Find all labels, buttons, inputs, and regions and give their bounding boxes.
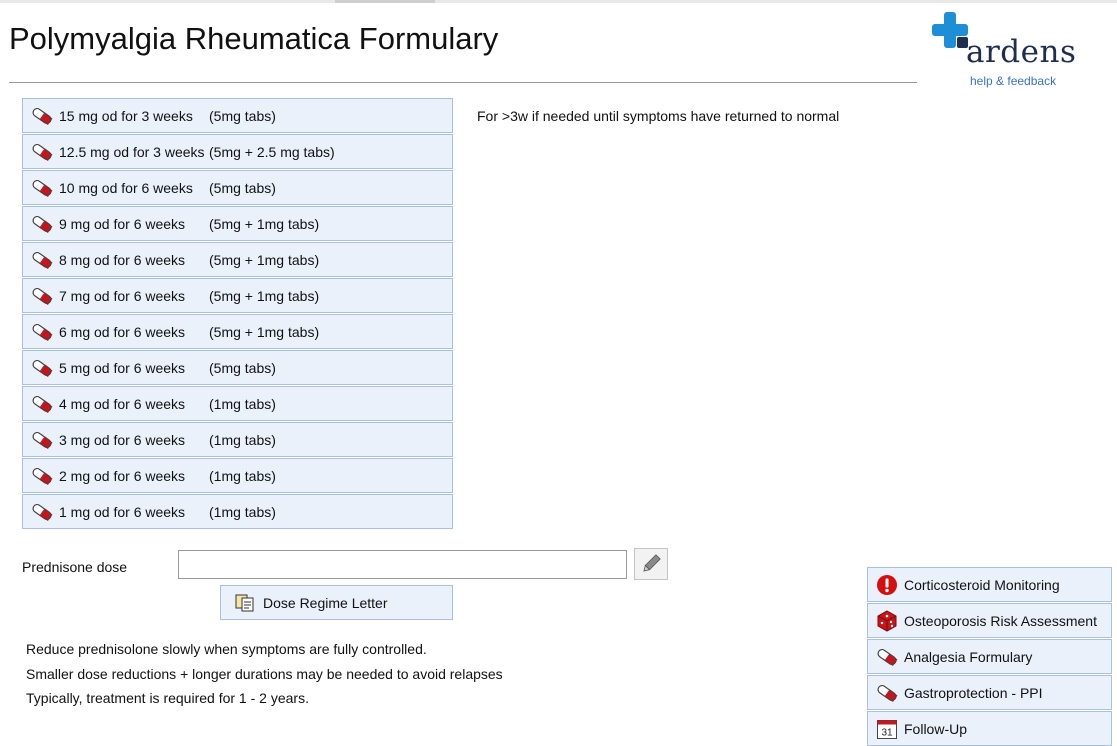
dose-button-5mg[interactable]: 5 mg od for 6 weeks (5mg tabs) bbox=[22, 350, 453, 385]
dose-regime-letter-label: Dose Regime Letter bbox=[263, 594, 388, 611]
pencil-icon bbox=[643, 554, 661, 572]
follow-up-button[interactable]: 31 Follow-Up bbox=[867, 711, 1112, 746]
help-feedback-link[interactable]: help & feedback bbox=[970, 74, 1056, 88]
dose-button-6mg[interactable]: 6 mg od for 6 weeks (5mg + 1mg tabs) bbox=[22, 314, 453, 349]
tab-strip bbox=[0, 0, 1117, 3]
dose-label: 12.5 mg od for 3 weeks bbox=[59, 143, 205, 160]
calendar-icon: 31 bbox=[877, 719, 897, 739]
analgesia-formulary-button[interactable]: Analgesia Formulary bbox=[867, 639, 1112, 674]
dose-label: 1 mg od for 6 weeks bbox=[59, 503, 186, 520]
dose-button-2mg[interactable]: 2 mg od for 6 weeks (1mg tabs) bbox=[22, 458, 453, 493]
dose-tablets: (1mg tabs) bbox=[209, 395, 276, 412]
dose-tablets: (5mg + 2.5 mg tabs) bbox=[209, 143, 335, 160]
pill-icon bbox=[32, 503, 53, 521]
dose-label: 4 mg od for 6 weeks bbox=[59, 395, 186, 412]
pill-icon bbox=[32, 107, 53, 125]
side-link-label: Follow-Up bbox=[904, 720, 968, 737]
dose-tablets: (1mg tabs) bbox=[209, 467, 276, 484]
dose-regime-letter-button[interactable]: Dose Regime Letter bbox=[220, 585, 453, 620]
guidance-line: Smaller dose reductions + longer duratio… bbox=[26, 665, 503, 682]
dose-label: 6 mg od for 6 weeks bbox=[59, 323, 186, 340]
dose-tablets: (1mg tabs) bbox=[209, 431, 276, 448]
gastroprotection-ppi-button[interactable]: Gastroprotection - PPI bbox=[867, 675, 1112, 710]
guidance-line: Typically, treatment is required for 1 -… bbox=[26, 690, 309, 706]
dose-label: 9 mg od for 6 weeks bbox=[59, 215, 186, 232]
page-title: Polymyalgia Rheumatica Formulary bbox=[9, 21, 499, 56]
dose-button-10mg[interactable]: 10 mg od for 6 weeks (5mg tabs) bbox=[22, 170, 453, 205]
alert-icon bbox=[877, 574, 897, 595]
dose-button-4mg[interactable]: 4 mg od for 6 weeks (1mg tabs) bbox=[22, 386, 453, 421]
dose-tablets: (1mg tabs) bbox=[209, 503, 276, 520]
dose-button-1mg[interactable]: 1 mg od for 6 weeks (1mg tabs) bbox=[22, 494, 453, 529]
logo-wordmark: ardens bbox=[966, 34, 1077, 70]
dose-tablets: (5mg tabs) bbox=[209, 179, 276, 196]
dose-label: 5 mg od for 6 weeks bbox=[59, 359, 186, 376]
guidance-notes: Reduce prednisolone slowly when symptoms… bbox=[26, 637, 503, 711]
pill-icon bbox=[32, 251, 53, 269]
side-link-label: Analgesia Formulary bbox=[904, 648, 1033, 665]
ardens-logo[interactable]: ardens help & feedback bbox=[930, 10, 1100, 90]
pill-icon bbox=[32, 359, 53, 377]
active-tab-indicator bbox=[335, 0, 435, 3]
pill-icon bbox=[32, 179, 53, 197]
prednisone-dose-input[interactable] bbox=[178, 550, 627, 579]
pill-icon bbox=[32, 467, 53, 485]
pill-icon bbox=[877, 648, 898, 666]
dose-label: 10 mg od for 6 weeks bbox=[59, 179, 193, 196]
dose-tablets: (5mg tabs) bbox=[209, 359, 276, 376]
dose-label: 2 mg od for 6 weeks bbox=[59, 467, 186, 484]
dose-button-8mg[interactable]: 8 mg od for 6 weeks (5mg + 1mg tabs) bbox=[22, 242, 453, 277]
title-divider bbox=[9, 82, 917, 83]
edit-button[interactable] bbox=[634, 548, 668, 580]
dose-button-9mg[interactable]: 9 mg od for 6 weeks (5mg + 1mg tabs) bbox=[22, 206, 453, 241]
pill-icon bbox=[32, 395, 53, 413]
pill-icon bbox=[32, 143, 53, 161]
corticosteroid-monitoring-button[interactable]: Corticosteroid Monitoring bbox=[867, 567, 1112, 602]
dose-tablets: (5mg + 1mg tabs) bbox=[209, 215, 320, 232]
dose-tablets: (5mg + 1mg tabs) bbox=[209, 287, 320, 304]
side-link-label: Gastroprotection - PPI bbox=[904, 684, 1043, 701]
document-copy-icon bbox=[235, 594, 254, 611]
cross-icon bbox=[932, 12, 968, 48]
dose-button-7mg[interactable]: 7 mg od for 6 weeks (5mg + 1mg tabs) bbox=[22, 278, 453, 313]
pill-icon bbox=[32, 215, 53, 233]
pill-icon bbox=[32, 287, 53, 305]
calendar-day: 31 bbox=[881, 727, 893, 738]
side-link-label: Corticosteroid Monitoring bbox=[904, 576, 1060, 593]
dice-icon bbox=[877, 609, 897, 632]
pill-icon bbox=[32, 431, 53, 449]
dose-tablets: (5mg + 1mg tabs) bbox=[209, 323, 320, 340]
osteoporosis-risk-button[interactable]: Osteoporosis Risk Assessment bbox=[867, 603, 1112, 638]
dose-label: 3 mg od for 6 weeks bbox=[59, 431, 186, 448]
first-dose-note: For >3w if needed until symptoms have re… bbox=[477, 108, 840, 124]
dose-button-12-5mg[interactable]: 12.5 mg od for 3 weeks (5mg + 2.5 mg tab… bbox=[22, 134, 453, 169]
dose-label: 15 mg od for 3 weeks bbox=[59, 107, 193, 124]
dose-label: 7 mg od for 6 weeks bbox=[59, 287, 186, 304]
dose-label: 8 mg od for 6 weeks bbox=[59, 251, 186, 268]
dose-tablets: (5mg + 1mg tabs) bbox=[209, 251, 320, 268]
dose-button-3mg[interactable]: 3 mg od for 6 weeks (1mg tabs) bbox=[22, 422, 453, 457]
pill-icon bbox=[32, 323, 53, 341]
guidance-line: Reduce prednisolone slowly when symptoms… bbox=[26, 641, 427, 657]
side-link-label: Osteoporosis Risk Assessment bbox=[904, 612, 1097, 629]
pill-icon bbox=[877, 684, 898, 702]
dose-button-15mg[interactable]: 15 mg od for 3 weeks (5mg tabs) bbox=[22, 98, 453, 133]
prednisone-dose-label: Prednisone dose bbox=[22, 559, 128, 575]
dose-tablets: (5mg tabs) bbox=[209, 107, 276, 124]
